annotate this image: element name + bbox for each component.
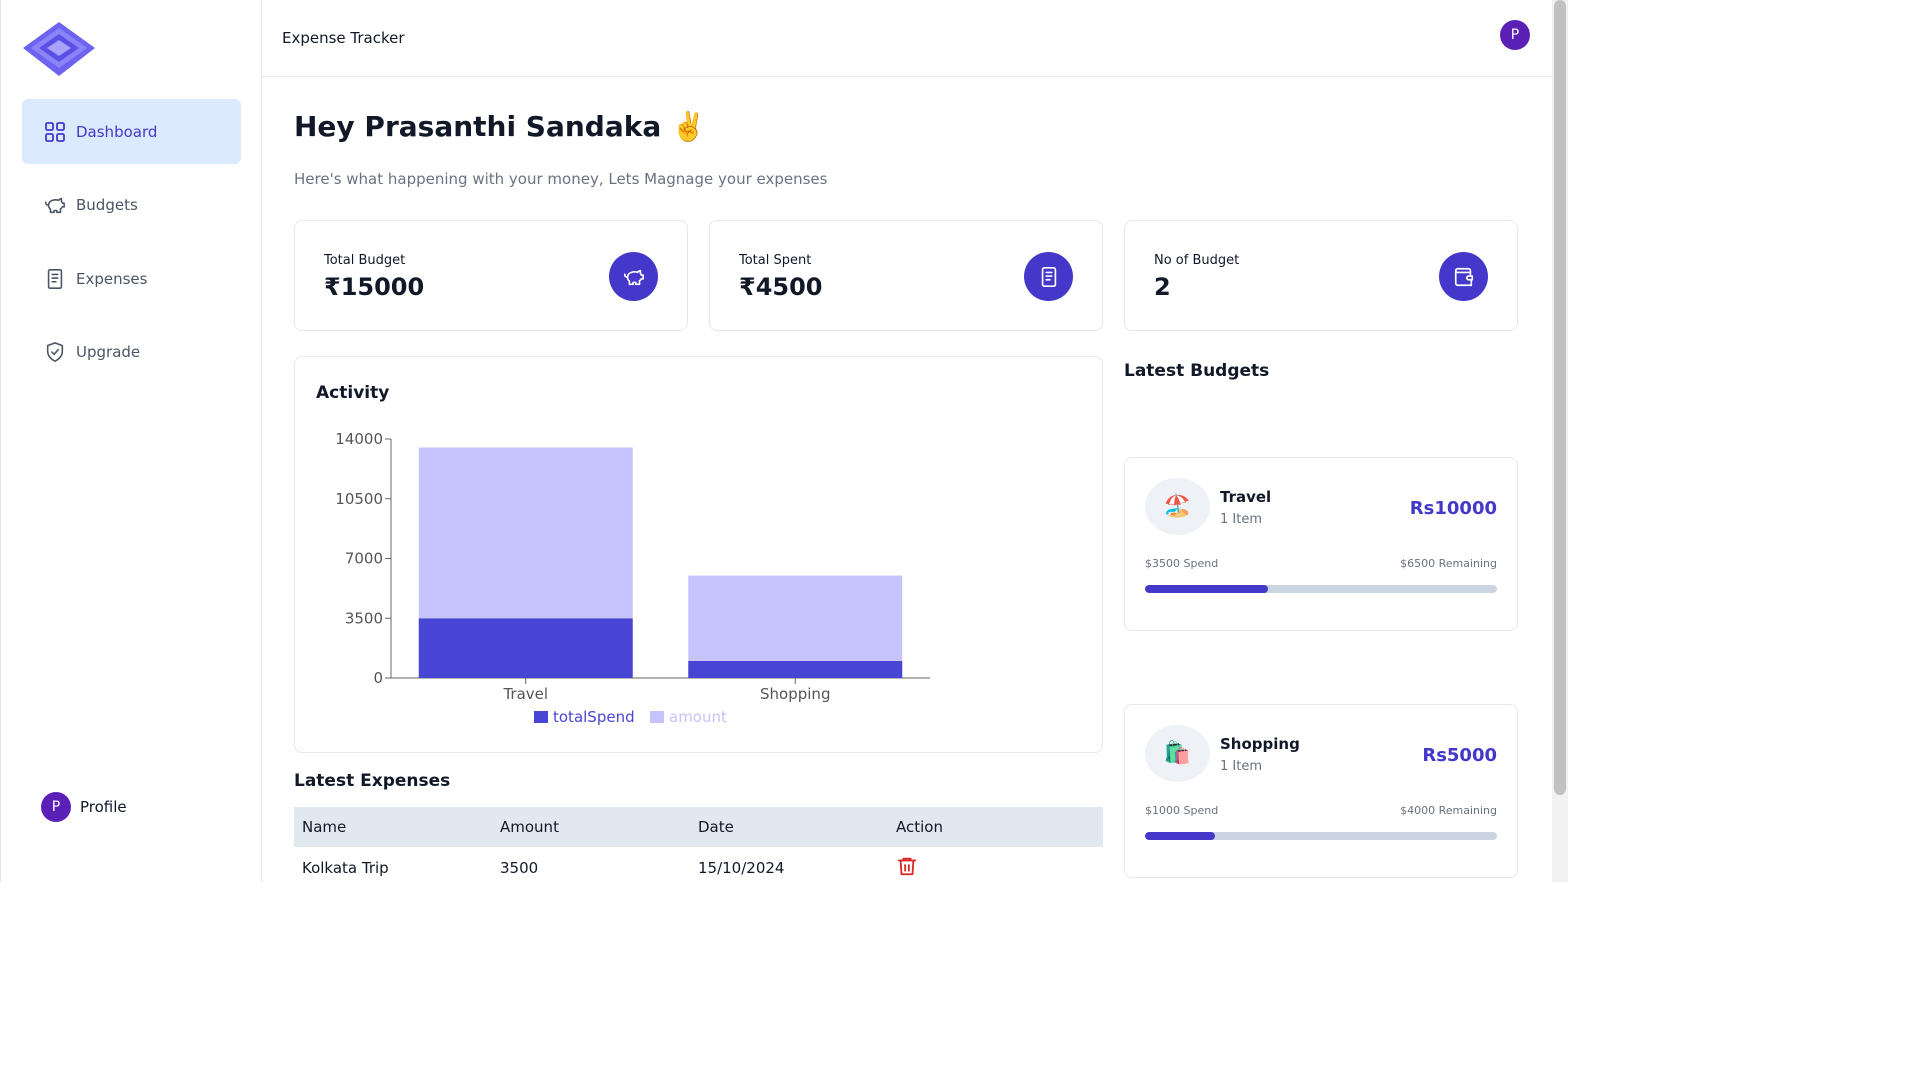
budget-progress-fill [1145, 832, 1216, 840]
expense-amount: 3500 [500, 859, 539, 877]
sidebar-item-label: Dashboard [76, 122, 158, 141]
budget-card-travel[interactable]: 🏖️ Travel 1 Item Rs10000 $3500 Spend $65… [1124, 457, 1518, 631]
budget-remaining: $6500 Remaining [1400, 557, 1497, 570]
receipt-icon [1024, 252, 1073, 301]
sidebar-item-label: Budgets [76, 195, 138, 214]
budget-progress-fill [1145, 585, 1269, 593]
budget-spend: $3500 Spend [1145, 557, 1219, 570]
greeting-title: Hey Prasanthi Sandaka ✌️ [294, 110, 706, 143]
y-tick-label: 14000 [335, 430, 383, 448]
expense-name: Kolkata Trip [302, 859, 389, 877]
column-header: Date [698, 818, 734, 836]
delete-expense-button[interactable] [888, 854, 1086, 882]
greeting-subtitle: Here's what happening with your money, L… [294, 170, 828, 188]
x-tick-label: Travel [502, 685, 548, 703]
column-header: Amount [500, 818, 559, 836]
scrollbar-thumb[interactable] [1554, 0, 1566, 795]
app-title: Expense Tracker [282, 29, 405, 47]
stat-card-no-of-budget: No of Budget 2 [1124, 220, 1518, 331]
stat-card-total-budget: Total Budget ₹15000 [294, 220, 688, 331]
budget-item-count: 1 Item [1220, 512, 1262, 527]
y-tick-label: 3500 [345, 609, 383, 627]
column-header: Action [896, 818, 943, 836]
sidebar-item-dashboard[interactable]: Dashboard [22, 99, 241, 164]
sidebar: Dashboard Budgets Expenses Upgrade P Pro… [0, 0, 262, 882]
stat-value: ₹4500 [739, 273, 823, 301]
table-header: Name Amount Date Action [294, 807, 1103, 847]
legend-swatch [534, 711, 548, 723]
stat-value: 2 [1154, 273, 1171, 301]
receipt-icon [44, 268, 66, 290]
legend-swatch [650, 711, 664, 723]
budget-amount: Rs10000 [1409, 498, 1497, 519]
shield-check-icon [44, 341, 66, 363]
y-tick-label: 10500 [335, 490, 383, 508]
y-tick-label: 7000 [345, 550, 383, 568]
latest-budgets-title: Latest Budgets [1124, 361, 1270, 381]
budget-progress-bar [1145, 832, 1497, 840]
budget-name: Shopping [1220, 735, 1300, 753]
grid-icon [44, 121, 66, 143]
budget-item-count: 1 Item [1220, 759, 1262, 774]
sidebar-item-label: Upgrade [76, 342, 141, 361]
budget-spend: $1000 Spend [1145, 804, 1219, 817]
budget-amount: Rs5000 [1422, 745, 1497, 766]
bar-amount-shopping [688, 575, 903, 661]
activity-card: Activity 0 3500 7000 10500 14000 Travel Shoppi… [294, 356, 1103, 753]
bar-totalSpend-shopping [688, 660, 903, 678]
bar-amount-travel [418, 447, 633, 619]
legend-label: totalSpend [553, 708, 635, 726]
expenses-table: Name Amount Date Action Kolkata Trip 350… [294, 807, 1103, 889]
profile-link[interactable]: P Profile [41, 792, 127, 822]
stat-label: Total Spent [739, 253, 812, 268]
header: Expense Tracker P [262, 0, 1552, 77]
piggy-bank-icon [44, 194, 66, 216]
x-tick-label: Shopping [760, 685, 830, 703]
stat-card-total-spent: Total Spent ₹4500 [709, 220, 1103, 331]
stat-label: Total Budget [324, 253, 406, 268]
page-scrollbar[interactable] [1552, 0, 1568, 882]
logo-icon[interactable] [21, 20, 97, 80]
profile-label: Profile [80, 798, 127, 816]
budget-emoji: 🏖️ [1145, 478, 1210, 535]
y-tick-label: 0 [373, 669, 383, 687]
piggy-bank-icon [609, 252, 658, 301]
latest-expenses-title: Latest Expenses [294, 771, 451, 791]
table-row: Kolkata Trip 3500 15/10/2024 [294, 847, 1103, 889]
budget-remaining: $4000 Remaining [1400, 804, 1497, 817]
legend-label: amount [669, 708, 727, 726]
budget-name: Travel [1220, 488, 1272, 506]
budget-emoji: 🛍️ [1145, 725, 1210, 782]
trash-icon[interactable] [896, 854, 918, 882]
avatar: P [41, 792, 71, 822]
budget-progress-bar [1145, 585, 1497, 593]
user-avatar[interactable]: P [1500, 20, 1530, 50]
bar-totalSpend-travel [418, 618, 633, 678]
activity-chart: 0 3500 7000 10500 14000 Travel Shopping totalSp… [335, 430, 930, 726]
sidebar-item-label: Expenses [76, 269, 148, 288]
stat-value: ₹15000 [324, 273, 425, 301]
sidebar-item-budgets[interactable]: Budgets [22, 172, 241, 237]
budget-card-shopping[interactable]: 🛍️ Shopping 1 Item Rs5000 $1000 Spend $4… [1124, 704, 1518, 878]
stat-label: No of Budget [1154, 253, 1240, 268]
sidebar-item-expenses[interactable]: Expenses [22, 246, 241, 311]
wallet-icon [1439, 252, 1488, 301]
expense-date: 15/10/2024 [698, 859, 785, 877]
sidebar-item-upgrade[interactable]: Upgrade [22, 319, 241, 384]
column-header: Name [302, 818, 347, 836]
